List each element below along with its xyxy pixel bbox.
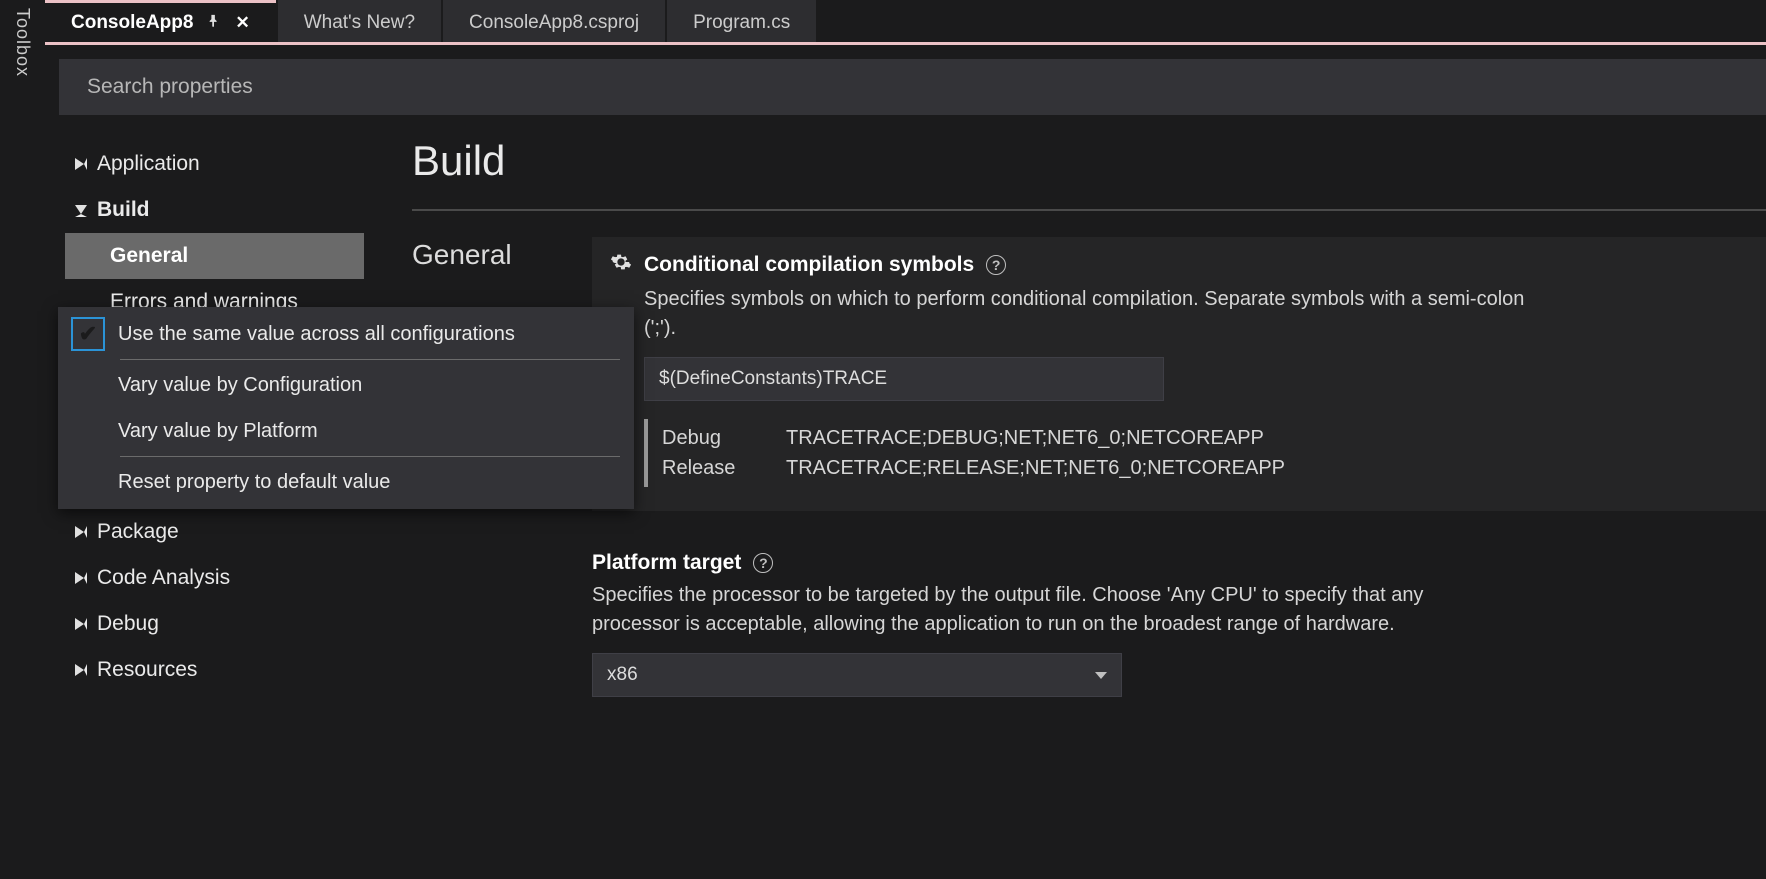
tab-label: ConsoleApp8 — [71, 12, 193, 34]
ctx-item-label: Reset property to default value — [118, 471, 390, 494]
sidebar-item-label: Package — [97, 520, 179, 544]
ctx-item-label: Use the same value across all configurat… — [118, 323, 515, 346]
help-icon[interactable]: ? — [753, 553, 773, 573]
ctx-item-reset[interactable]: Reset property to default value — [58, 459, 634, 505]
chevron-right-icon — [75, 664, 87, 676]
chevron-down-icon — [1095, 672, 1107, 679]
sidebar-item-label: Debug — [97, 612, 159, 636]
config-row: Release TRACETRACE;RELEASE;NET;NET6_0;NE… — [662, 453, 1748, 483]
sidebar-item-label: Code Analysis — [97, 566, 230, 590]
setting-description: Specifies symbols on which to perform co… — [644, 285, 1544, 343]
context-menu: ✔ Use the same value across all configur… — [58, 307, 634, 509]
chevron-right-icon — [75, 158, 87, 170]
symbols-input[interactable] — [659, 368, 1149, 390]
chevron-right-icon — [75, 572, 87, 584]
chevron-right-icon — [75, 526, 87, 538]
toolbox-rail[interactable]: Toolbox — [0, 0, 45, 879]
symbols-input-box[interactable] — [644, 357, 1164, 401]
setting-title: Conditional compilation symbols — [644, 253, 974, 277]
tab-whats-new[interactable]: What's New? — [278, 0, 441, 42]
ctx-item-same-value[interactable]: ✔ Use the same value across all configur… — [58, 311, 634, 357]
tab-program[interactable]: Program.cs — [667, 0, 816, 42]
config-preview: Debug TRACETRACE;DEBUG;NET;NET6_0;NETCOR… — [644, 419, 1748, 487]
config-row: Debug TRACETRACE;DEBUG;NET;NET6_0;NETCOR… — [662, 423, 1748, 453]
search-box[interactable] — [59, 59, 1766, 115]
sidebar-item-application[interactable]: Application — [65, 141, 364, 187]
config-value: TRACETRACE;RELEASE;NET;NET6_0;NETCOREAPP — [786, 453, 1285, 483]
settings-column: Conditional compilation symbols ? Specif… — [592, 237, 1766, 697]
main-area: ConsoleApp8 ✕ What's New? ConsoleApp8.cs… — [45, 0, 1766, 879]
chevron-down-icon — [75, 205, 87, 217]
sidebar-item-label: Resources — [97, 658, 197, 682]
config-name: Release — [662, 453, 752, 483]
setting-conditional-symbols: Conditional compilation symbols ? Specif… — [592, 237, 1766, 511]
ctx-separator — [120, 456, 620, 457]
setting-title: Platform target — [592, 551, 741, 575]
setting-description: Specifies the processor to be targeted b… — [592, 581, 1492, 639]
tab-label: ConsoleApp8.csproj — [469, 12, 639, 34]
tab-csproj[interactable]: ConsoleApp8.csproj — [443, 0, 665, 42]
setting-header: Platform target ? — [592, 551, 1766, 575]
ctx-item-label: Vary value by Platform — [118, 420, 318, 443]
select-value: x86 — [607, 664, 638, 686]
tab-active[interactable]: ConsoleApp8 ✕ — [45, 0, 276, 42]
help-icon[interactable]: ? — [986, 255, 1006, 275]
tab-label: Program.cs — [693, 12, 790, 34]
sidebar-item-debug[interactable]: Debug — [65, 601, 364, 647]
ctx-item-vary-config[interactable]: Vary value by Configuration — [58, 362, 634, 408]
toolbox-label: Toolbox — [12, 8, 33, 77]
close-icon[interactable]: ✕ — [235, 13, 249, 33]
sidebar-item-package[interactable]: Package — [65, 509, 364, 555]
sidebar-item-label: Application — [97, 152, 200, 176]
sidebar-item-label: General — [110, 244, 188, 268]
sidebar-item-codeanalysis[interactable]: Code Analysis — [65, 555, 364, 601]
platform-select[interactable]: x86 — [592, 653, 1122, 697]
pin-icon[interactable] — [207, 14, 221, 31]
sidebar-item-label: Build — [97, 198, 150, 222]
ctx-item-label: Vary value by Configuration — [118, 374, 362, 397]
tabstrip: ConsoleApp8 ✕ What's New? ConsoleApp8.cs… — [45, 0, 1766, 42]
config-name: Debug — [662, 423, 752, 453]
title-rule — [412, 209, 1766, 211]
config-value: TRACETRACE;DEBUG;NET;NET6_0;NETCOREAPP — [786, 423, 1264, 453]
page-title: Build — [412, 137, 1766, 185]
search-input[interactable] — [87, 75, 1738, 99]
check-icon: ✔ — [71, 317, 105, 351]
gear-icon[interactable] — [610, 251, 632, 279]
sidebar-item-build[interactable]: Build — [65, 187, 364, 233]
sidebar-item-general[interactable]: General — [65, 233, 364, 279]
sidebar-item-resources[interactable]: Resources — [65, 647, 364, 693]
ctx-item-vary-platform[interactable]: Vary value by Platform — [58, 408, 634, 454]
chevron-right-icon — [75, 618, 87, 630]
ctx-separator — [120, 359, 620, 360]
setting-header: Conditional compilation symbols ? — [610, 251, 1748, 279]
setting-platform-target: Platform target ? Specifies the processo… — [592, 551, 1766, 697]
tab-label: What's New? — [304, 12, 415, 34]
